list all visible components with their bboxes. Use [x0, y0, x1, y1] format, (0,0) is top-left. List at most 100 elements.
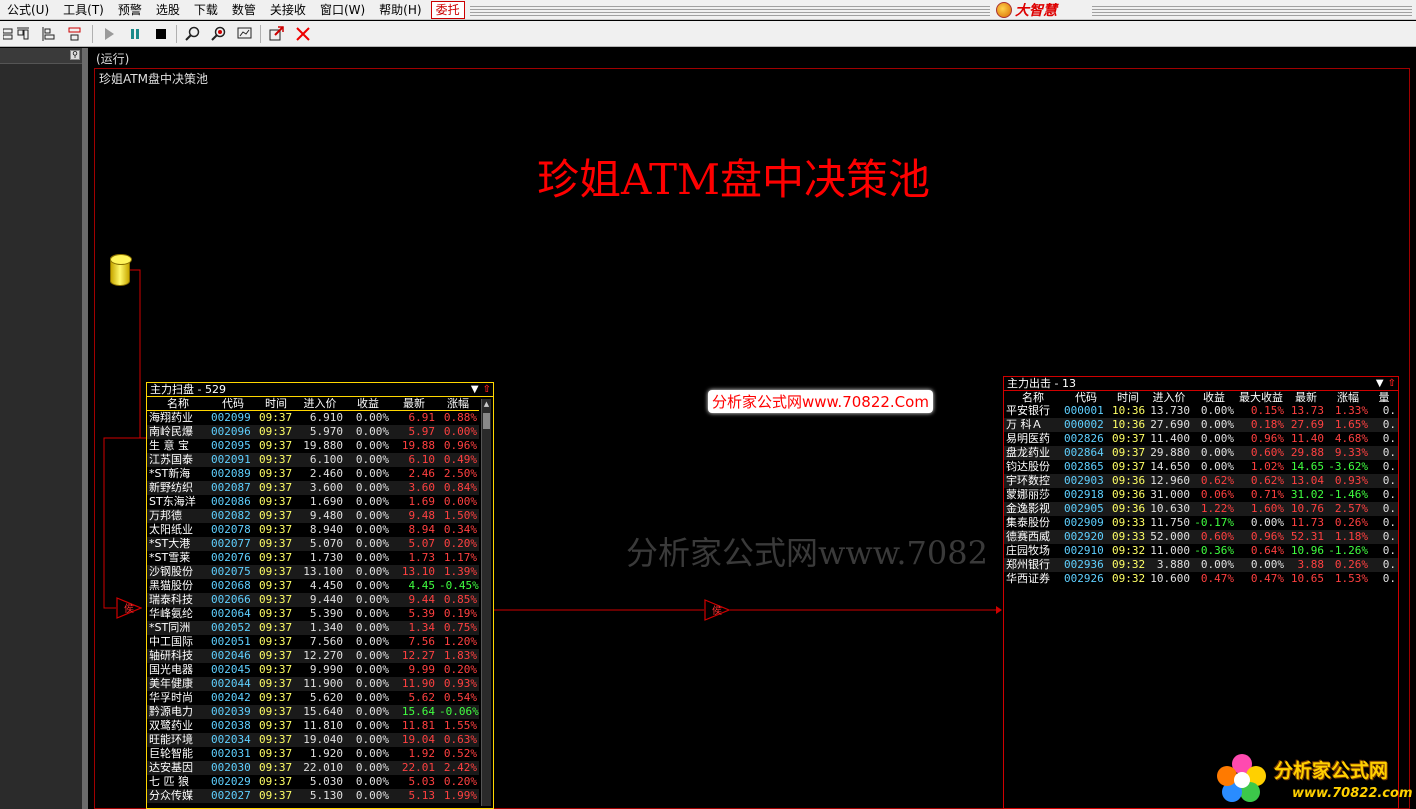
table-row[interactable]: 易明医药 002826 09:37 11.400 0.00% 0.96% 11.40 4.68… — [1004, 432, 1398, 446]
scrollbar[interactable]: ▲ — [481, 399, 491, 806]
table-row[interactable]: *ST大港 002077 09:37 5.070 0.00% 5.07 0.20% — [147, 537, 479, 551]
change-pct: 2.57% — [1326, 502, 1370, 516]
change-pct: 0.54% — [443, 691, 477, 704]
table-row[interactable]: 钧达股份 002865 09:37 14.650 0.00% 1.02% 14.65 -3.6… — [1004, 460, 1398, 474]
table-row[interactable]: 海翔药业 002099 09:37 6.910 0.00% 6.91 0.88% — [147, 411, 479, 426]
table-row[interactable]: 华孚时尚 002042 09:37 5.620 0.00% 5.62 0.54% — [147, 691, 479, 705]
entry-price: 9.480 — [295, 509, 345, 523]
table-row[interactable]: 七 匹 狼 002029 09:37 5.030 0.00% 5.03 0.20% — [147, 775, 479, 789]
column-header[interactable]: 涨幅 — [1326, 391, 1370, 404]
table-row[interactable]: 轴研科技 002046 09:37 12.270 0.00% 12.27 1.83% — [147, 649, 479, 663]
column-header[interactable]: 收益 — [345, 397, 391, 411]
table-row[interactable]: 集泰股份 002909 09:33 11.750 -0.17% 0.00% 11.73 0.2… — [1004, 516, 1398, 530]
column-header[interactable]: 量 — [1370, 391, 1398, 404]
return: 0.00% — [355, 663, 389, 676]
panel-header: 主力出击 - 13 ▼ ⇧ — [1004, 377, 1398, 391]
table-row[interactable]: 江苏国泰 002091 09:37 6.100 0.00% 6.10 0.49% — [147, 453, 479, 467]
column-header[interactable]: 名称 — [147, 397, 209, 411]
scan-table: 名称 代码 时间 进入价 收益 最新 涨幅 海翔药业 002099 09:37 6.910 0.00… — [147, 397, 479, 803]
column-header[interactable]: 涨幅 — [437, 397, 479, 411]
column-header[interactable]: 代码 — [209, 397, 257, 411]
latest-price: 29.88 — [1286, 446, 1326, 460]
export-up-icon[interactable]: ⇧ — [1388, 377, 1396, 391]
column-header[interactable]: 进入价 — [1146, 391, 1192, 404]
entry-time: 09:33 — [1110, 530, 1146, 544]
table-row[interactable]: 蒙娜丽莎 002918 09:36 31.000 0.06% 0.71% 31.02 -1.4… — [1004, 488, 1398, 502]
column-header[interactable]: 最新 — [391, 397, 437, 411]
stock-name: 旺能环境 — [147, 733, 209, 747]
table-row[interactable]: 达安基因 002030 09:37 22.010 0.00% 22.01 2.42% — [147, 761, 479, 775]
table-row[interactable]: 郑州银行 002936 09:32 3.880 0.00% 0.00% 3.88 0.26% 0… — [1004, 558, 1398, 572]
entry-time: 09:37 — [257, 705, 295, 719]
table-row[interactable]: 沙钢股份 002075 09:37 13.100 0.00% 13.10 1.39% — [147, 565, 479, 579]
table-row[interactable]: 平安银行 000001 10:36 13.730 0.00% 0.15% 13.73 1.33… — [1004, 404, 1398, 418]
return: 0.00% — [355, 719, 389, 732]
table-row[interactable]: 生 意 宝 002095 09:37 19.880 0.00% 19.88 0.96% — [147, 439, 479, 453]
latest-price: 4.45 — [408, 579, 436, 592]
entry-price: 52.000 — [1146, 530, 1192, 544]
change-pct: 2.50% — [443, 467, 477, 480]
column-header[interactable]: 代码 — [1062, 391, 1110, 404]
stock-name: 黑猫股份 — [149, 579, 193, 592]
column-header[interactable]: 最新 — [1286, 391, 1326, 404]
dropdown-icon[interactable]: ▼ — [1376, 377, 1384, 391]
table-row[interactable]: 盘龙药业 002864 09:37 29.880 0.00% 0.60% 29.88 9.33… — [1004, 446, 1398, 460]
table-row[interactable]: 华西证券 002926 09:32 10.600 0.47% 0.47% 10.65 1.53… — [1004, 572, 1398, 586]
table-row[interactable]: 德赛西威 002920 09:33 52.000 0.60% 0.96% 52.31 1.18… — [1004, 530, 1398, 544]
latest-price: 5.39 — [408, 607, 436, 620]
entry-time: 09:37 — [257, 425, 295, 439]
column-header[interactable]: 收益 — [1192, 391, 1236, 404]
gate-node-2[interactable]: 侯 — [704, 599, 731, 621]
stock-name: 华孚时尚 — [149, 691, 193, 704]
table-row[interactable]: 庄园牧场 002910 09:32 11.000 -0.36% 0.64% 10.96 -1.… — [1004, 544, 1398, 558]
dropdown-icon[interactable]: ▼ — [471, 383, 479, 397]
column-header[interactable]: 时间 — [257, 397, 295, 411]
table-row[interactable]: 万邦德 002082 09:37 9.480 0.00% 9.48 1.50% — [147, 509, 479, 523]
table-row[interactable]: *ST雪莱 002076 09:37 1.730 0.00% 1.73 1.17% — [147, 551, 479, 565]
return: 0.00% — [355, 551, 389, 564]
gate-node-1[interactable]: 侯 — [116, 597, 143, 619]
table-row[interactable]: 瑞泰科技 002066 09:37 9.440 0.00% 9.44 0.85% — [147, 593, 479, 607]
return: 0.00% — [355, 439, 389, 452]
table-row[interactable]: 旺能环境 002034 09:37 19.040 0.00% 19.04 0.63% — [147, 733, 479, 747]
table-row[interactable]: 南岭民爆 002096 09:37 5.970 0.00% 5.97 0.00% — [147, 425, 479, 439]
stock-name: 中工国际 — [149, 635, 193, 648]
change-pct: 1.53% — [1334, 572, 1368, 585]
stock-code: 002051 — [211, 635, 251, 648]
table-row[interactable]: 双鹭药业 002038 09:37 11.810 0.00% 11.81 1.55% — [147, 719, 479, 733]
table-row[interactable]: 金逸影视 002905 09:36 10.630 1.22% 1.60% 10.76 2.57… — [1004, 502, 1398, 516]
column-header[interactable]: 时间 — [1110, 391, 1146, 404]
table-row[interactable]: 宇环数控 002903 09:36 12.960 0.62% 0.62% 13.04 0.93… — [1004, 474, 1398, 488]
max-return: 0.71% — [1250, 488, 1284, 501]
stock-name: 达安基因 — [147, 761, 209, 775]
export-up-icon[interactable]: ⇧ — [483, 383, 491, 397]
table-row[interactable]: 黔源电力 002039 09:37 15.640 0.00% 15.64 -0.06% — [147, 705, 479, 719]
return: 0.00% — [345, 621, 391, 635]
table-row[interactable]: *ST新海 002089 09:37 2.460 0.00% 2.46 2.50% — [147, 467, 479, 481]
max-return: 0.96% — [1250, 432, 1284, 445]
table-row[interactable]: ST东海洋 002086 09:37 1.690 0.00% 1.69 0.00% — [147, 495, 479, 509]
table-row[interactable]: 中工国际 002051 09:37 7.560 0.00% 7.56 1.20% — [147, 635, 479, 649]
return: 0.00% — [355, 467, 389, 480]
table-row[interactable]: 巨轮智能 002031 09:37 1.920 0.00% 1.92 0.52% — [147, 747, 479, 761]
table-row[interactable]: *ST同洲 002052 09:37 1.340 0.00% 1.34 0.75% — [147, 621, 479, 635]
table-row[interactable]: 美年健康 002044 09:37 11.900 0.00% 11.90 0.93% — [147, 677, 479, 691]
column-header[interactable]: 最大收益 — [1236, 391, 1286, 404]
scroll-thumb[interactable] — [483, 413, 490, 429]
scroll-up-icon[interactable]: ▲ — [482, 399, 491, 409]
stock-name: 宇环数控 — [1004, 474, 1062, 488]
table-row[interactable]: 国光电器 002045 09:37 9.990 0.00% 9.99 0.20% — [147, 663, 479, 677]
column-header[interactable]: 进入价 — [295, 397, 345, 411]
data-source-icon[interactable] — [110, 254, 132, 286]
table-row[interactable]: 黑猫股份 002068 09:37 4.450 0.00% 4.45 -0.45% — [147, 579, 479, 593]
volume: 0. — [1370, 530, 1398, 544]
latest-price: 52.31 — [1286, 530, 1326, 544]
table-row[interactable]: 分众传媒 002027 09:37 5.130 0.00% 5.13 1.99% — [147, 789, 479, 803]
return: 0.00% — [345, 453, 391, 467]
table-row[interactable]: 万 科Ａ 000002 10:36 27.690 0.00% 0.18% 27.69 1.65… — [1004, 418, 1398, 432]
table-row[interactable]: 新野纺织 002087 09:37 3.600 0.00% 3.60 0.84% — [147, 481, 479, 495]
table-row[interactable]: 华峰氨纶 002064 09:37 5.390 0.00% 5.39 0.19% — [147, 607, 479, 621]
stock-name: 南岭民爆 — [147, 425, 209, 439]
column-header[interactable]: 名称 — [1004, 391, 1062, 404]
table-row[interactable]: 太阳纸业 002078 09:37 8.940 0.00% 8.94 0.34% — [147, 523, 479, 537]
